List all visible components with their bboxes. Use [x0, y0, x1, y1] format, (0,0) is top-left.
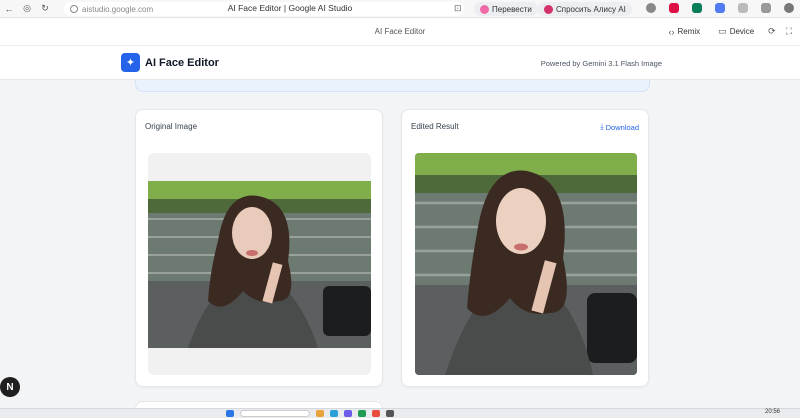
folder-icon[interactable]	[316, 410, 324, 417]
ask-alice-button[interactable]: Спросить Алису AI	[538, 2, 632, 16]
edited-result-card: Edited Result ⤓ Download	[401, 109, 649, 387]
back-arrow-icon[interactable]: ←	[4, 4, 14, 14]
profile-icon[interactable]	[784, 3, 794, 13]
clock: 20:56	[764, 409, 780, 415]
reload-icon[interactable]: ↻	[40, 3, 50, 14]
device-button[interactable]: ▭ Device	[714, 24, 758, 39]
extension-chat-icon[interactable]	[738, 3, 748, 13]
start-icon[interactable]	[226, 410, 234, 417]
alice-icon	[544, 4, 553, 14]
original-image-frame	[148, 153, 371, 375]
taskbar: 20:56	[0, 408, 800, 418]
translate-button[interactable]: Перевести	[474, 2, 538, 16]
page-tab-title: AI Face Editor | Google AI Studio	[227, 3, 353, 13]
extension-puzzle-icon[interactable]	[761, 3, 771, 13]
download-label: Download	[605, 122, 639, 132]
device-label: Device	[729, 27, 755, 36]
address-text: aistudio.google.com	[82, 4, 154, 14]
terminal-icon[interactable]	[386, 410, 394, 417]
download-icon: ⤓	[600, 122, 604, 131]
edited-result-label: Edited Result	[411, 122, 459, 131]
studio-header: AI Face Editor ‹› Remix ▭ Device ⟳ ⛶	[0, 18, 800, 46]
edited-photo	[415, 153, 637, 375]
translate-label: Перевести	[492, 4, 532, 14]
powered-by-label: Powered by Gemini 3.1 Flash Image	[540, 59, 662, 68]
magic-wand-icon: ✦	[121, 53, 140, 72]
extension-sparkle-icon[interactable]	[715, 3, 725, 13]
translate-icon	[480, 4, 489, 14]
edge-icon[interactable]	[330, 410, 338, 417]
history-icon[interactable]: ◎	[22, 3, 32, 14]
nextjs-badge-icon[interactable]: N	[0, 377, 20, 397]
extension-globe-icon[interactable]	[646, 3, 656, 13]
remix-label: Remix	[677, 27, 701, 36]
browser-toolbar: ← ◎ ↻ aistudio.google.com AI Face Editor…	[0, 0, 800, 18]
fullscreen-icon[interactable]: ⛶	[786, 26, 792, 37]
original-image-card: Original Image	[135, 109, 383, 387]
bookmark-icon[interactable]: ⊡	[454, 3, 462, 14]
site-info-icon[interactable]	[70, 5, 78, 13]
green-app-icon[interactable]	[358, 410, 366, 417]
app-title: AI Face Editor	[145, 57, 219, 69]
extension-green-icon[interactable]	[692, 3, 702, 13]
device-icon: ▭	[718, 26, 727, 36]
remix-button[interactable]: ‹› Remix	[665, 25, 705, 39]
remix-icon: ‹›	[668, 26, 675, 37]
refresh-icon[interactable]: ⟳	[768, 26, 776, 37]
download-button[interactable]: ⤓ Download	[600, 122, 639, 132]
red-app-icon[interactable]	[372, 410, 380, 417]
taskbar-search[interactable]	[240, 410, 310, 417]
app-header: ✦ AI Face Editor Powered by Gemini 3.1 F…	[0, 46, 800, 80]
original-image-label: Original Image	[145, 122, 198, 131]
info-banner	[135, 80, 650, 92]
app-icon[interactable]	[344, 410, 352, 417]
original-photo	[148, 181, 371, 348]
extension-red-icon[interactable]	[669, 3, 679, 13]
ask-alice-label: Спросить Алису AI	[556, 4, 626, 14]
